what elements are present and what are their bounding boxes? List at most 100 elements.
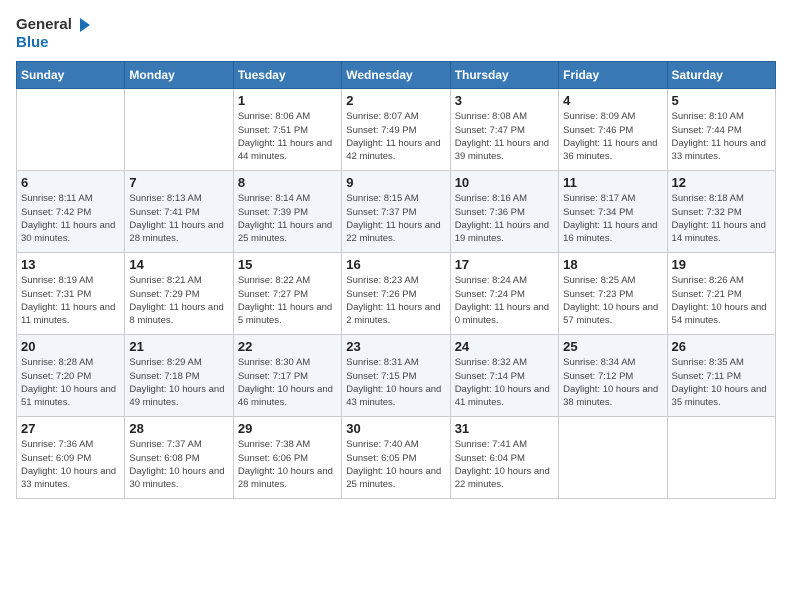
day-info: Sunrise: 8:28 AMSunset: 7:20 PMDaylight:…: [21, 356, 120, 409]
day-info: Sunrise: 8:23 AMSunset: 7:26 PMDaylight:…: [346, 274, 445, 327]
day-number: 14: [129, 257, 228, 272]
day-info: Sunrise: 7:37 AMSunset: 6:08 PMDaylight:…: [129, 438, 228, 491]
header-day-thursday: Thursday: [450, 62, 558, 89]
calendar-cell: 28 Sunrise: 7:37 AMSunset: 6:08 PMDayligh…: [125, 417, 233, 499]
calendar-cell: 7 Sunrise: 8:13 AMSunset: 7:41 PMDaylight…: [125, 171, 233, 253]
day-number: 11: [563, 175, 662, 190]
calendar-cell: 9 Sunrise: 8:15 AMSunset: 7:37 PMDaylight…: [342, 171, 450, 253]
header-day-sunday: Sunday: [17, 62, 125, 89]
calendar-cell: 5 Sunrise: 8:10 AMSunset: 7:44 PMDaylight…: [667, 89, 775, 171]
day-number: 21: [129, 339, 228, 354]
calendar-cell: 17 Sunrise: 8:24 AMSunset: 7:24 PMDayligh…: [450, 253, 558, 335]
day-info: Sunrise: 7:38 AMSunset: 6:06 PMDaylight:…: [238, 438, 337, 491]
day-number: 31: [455, 421, 554, 436]
day-info: Sunrise: 8:35 AMSunset: 7:11 PMDaylight:…: [672, 356, 771, 409]
day-info: Sunrise: 8:10 AMSunset: 7:44 PMDaylight:…: [672, 110, 771, 163]
header-day-tuesday: Tuesday: [233, 62, 341, 89]
day-number: 12: [672, 175, 771, 190]
day-number: 17: [455, 257, 554, 272]
day-number: 8: [238, 175, 337, 190]
calendar-cell: 12 Sunrise: 8:18 AMSunset: 7:32 PMDayligh…: [667, 171, 775, 253]
day-number: 22: [238, 339, 337, 354]
day-info: Sunrise: 8:26 AMSunset: 7:21 PMDaylight:…: [672, 274, 771, 327]
calendar-cell: 26 Sunrise: 8:35 AMSunset: 7:11 PMDayligh…: [667, 335, 775, 417]
day-number: 19: [672, 257, 771, 272]
calendar-cell: 23Sunrise: 8:31 AMSunset: 7:15 PMDayligh…: [342, 335, 450, 417]
day-number: 1: [238, 93, 337, 108]
day-number: 26: [672, 339, 771, 354]
day-info: Sunrise: 8:13 AMSunset: 7:41 PMDaylight:…: [129, 192, 228, 245]
day-info: Sunrise: 8:09 AMSunset: 7:46 PMDaylight:…: [563, 110, 662, 163]
day-info: Sunrise: 8:08 AMSunset: 7:47 PMDaylight:…: [455, 110, 554, 163]
day-info: Sunrise: 8:15 AMSunset: 7:37 PMDaylight:…: [346, 192, 445, 245]
day-number: 9: [346, 175, 445, 190]
calendar-cell: [667, 417, 775, 499]
header-day-monday: Monday: [125, 62, 233, 89]
day-number: 18: [563, 257, 662, 272]
calendar-table: SundayMondayTuesdayWednesdayThursdayFrid…: [16, 61, 776, 499]
calendar-week-4: 20 Sunrise: 8:28 AMSunset: 7:20 PMDayligh…: [17, 335, 776, 417]
calendar-cell: [17, 89, 125, 171]
day-info: Sunrise: 8:16 AMSunset: 7:36 PMDaylight:…: [455, 192, 554, 245]
calendar-cell: 6 Sunrise: 8:11 AMSunset: 7:42 PMDaylight…: [17, 171, 125, 253]
day-info: Sunrise: 8:06 AMSunset: 7:51 PMDaylight:…: [238, 110, 337, 163]
day-number: 29: [238, 421, 337, 436]
calendar-cell: 1 Sunrise: 8:06 AMSunset: 7:51 PMDaylight…: [233, 89, 341, 171]
day-info: Sunrise: 7:36 AMSunset: 6:09 PMDaylight:…: [21, 438, 120, 491]
day-info: Sunrise: 8:29 AMSunset: 7:18 PMDaylight:…: [129, 356, 228, 409]
day-number: 20: [21, 339, 120, 354]
header-row: SundayMondayTuesdayWednesdayThursdayFrid…: [17, 62, 776, 89]
calendar-cell: 27 Sunrise: 7:36 AMSunset: 6:09 PMDayligh…: [17, 417, 125, 499]
calendar-cell: 19 Sunrise: 8:26 AMSunset: 7:21 PMDayligh…: [667, 253, 775, 335]
calendar-cell: 2 Sunrise: 8:07 AMSunset: 7:49 PMDaylight…: [342, 89, 450, 171]
calendar-cell: [125, 89, 233, 171]
day-info: Sunrise: 8:31 AMSunset: 7:15 PMDaylight:…: [346, 356, 445, 409]
day-number: 15: [238, 257, 337, 272]
calendar-cell: [559, 417, 667, 499]
calendar-cell: 13Sunrise: 8:19 AMSunset: 7:31 PMDayligh…: [17, 253, 125, 335]
calendar-week-3: 13Sunrise: 8:19 AMSunset: 7:31 PMDayligh…: [17, 253, 776, 335]
calendar-cell: 30 Sunrise: 7:40 AMSunset: 6:05 PMDayligh…: [342, 417, 450, 499]
calendar-cell: 31 Sunrise: 7:41 AMSunset: 6:04 PMDayligh…: [450, 417, 558, 499]
day-info: Sunrise: 8:30 AMSunset: 7:17 PMDaylight:…: [238, 356, 337, 409]
day-number: 10: [455, 175, 554, 190]
page-header: General Blue: [16, 16, 776, 51]
calendar-cell: 18Sunrise: 8:25 AMSunset: 7:23 PMDayligh…: [559, 253, 667, 335]
logo-text: General Blue: [16, 16, 94, 51]
calendar-cell: 16 Sunrise: 8:23 AMSunset: 7:26 PMDayligh…: [342, 253, 450, 335]
calendar-week-1: 1 Sunrise: 8:06 AMSunset: 7:51 PMDaylight…: [17, 89, 776, 171]
calendar-cell: 11 Sunrise: 8:17 AMSunset: 7:34 PMDayligh…: [559, 171, 667, 253]
calendar-cell: 21 Sunrise: 8:29 AMSunset: 7:18 PMDayligh…: [125, 335, 233, 417]
day-info: Sunrise: 7:40 AMSunset: 6:05 PMDaylight:…: [346, 438, 445, 491]
day-number: 2: [346, 93, 445, 108]
calendar-cell: 3Sunrise: 8:08 AMSunset: 7:47 PMDaylight…: [450, 89, 558, 171]
calendar-week-5: 27 Sunrise: 7:36 AMSunset: 6:09 PMDayligh…: [17, 417, 776, 499]
day-number: 30: [346, 421, 445, 436]
day-number: 5: [672, 93, 771, 108]
calendar-cell: 29 Sunrise: 7:38 AMSunset: 6:06 PMDayligh…: [233, 417, 341, 499]
day-info: Sunrise: 8:19 AMSunset: 7:31 PMDaylight:…: [21, 274, 120, 327]
calendar-cell: 15Sunrise: 8:22 AMSunset: 7:27 PMDayligh…: [233, 253, 341, 335]
day-info: Sunrise: 8:17 AMSunset: 7:34 PMDaylight:…: [563, 192, 662, 245]
day-info: Sunrise: 8:34 AMSunset: 7:12 PMDaylight:…: [563, 356, 662, 409]
day-number: 28: [129, 421, 228, 436]
calendar-cell: 10 Sunrise: 8:16 AMSunset: 7:36 PMDayligh…: [450, 171, 558, 253]
day-number: 27: [21, 421, 120, 436]
day-number: 16: [346, 257, 445, 272]
header-day-friday: Friday: [559, 62, 667, 89]
day-info: Sunrise: 8:24 AMSunset: 7:24 PMDaylight:…: [455, 274, 554, 327]
day-number: 6: [21, 175, 120, 190]
header-day-wednesday: Wednesday: [342, 62, 450, 89]
day-info: Sunrise: 8:11 AMSunset: 7:42 PMDaylight:…: [21, 192, 120, 245]
calendar-cell: 14 Sunrise: 8:21 AMSunset: 7:29 PMDayligh…: [125, 253, 233, 335]
calendar-cell: 8 Sunrise: 8:14 AMSunset: 7:39 PMDaylight…: [233, 171, 341, 253]
day-info: Sunrise: 8:07 AMSunset: 7:49 PMDaylight:…: [346, 110, 445, 163]
day-number: 25: [563, 339, 662, 354]
day-info: Sunrise: 8:18 AMSunset: 7:32 PMDaylight:…: [672, 192, 771, 245]
calendar-cell: 20 Sunrise: 8:28 AMSunset: 7:20 PMDayligh…: [17, 335, 125, 417]
day-info: Sunrise: 7:41 AMSunset: 6:04 PMDaylight:…: [455, 438, 554, 491]
day-number: 7: [129, 175, 228, 190]
calendar-cell: 22 Sunrise: 8:30 AMSunset: 7:17 PMDayligh…: [233, 335, 341, 417]
day-info: Sunrise: 8:21 AMSunset: 7:29 PMDaylight:…: [129, 274, 228, 327]
day-info: Sunrise: 8:14 AMSunset: 7:39 PMDaylight:…: [238, 192, 337, 245]
